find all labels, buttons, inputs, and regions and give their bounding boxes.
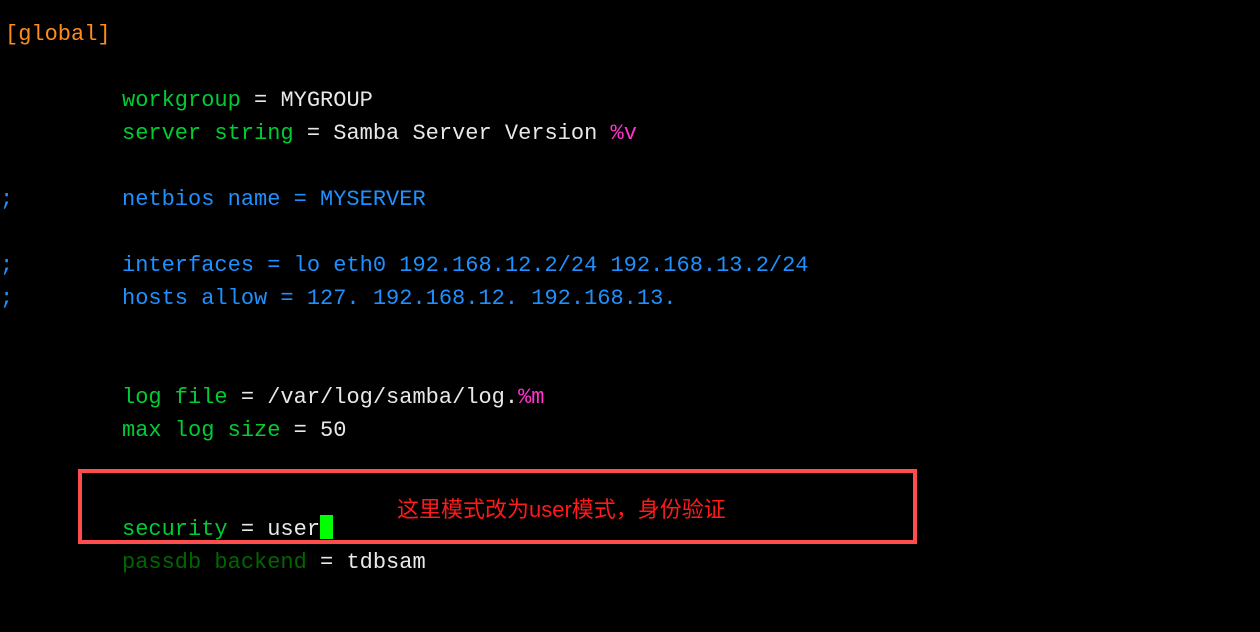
blank-line (0, 51, 1260, 84)
config-line-hosts-allow: hosts allow = 127. 192.168.12. 192.168.1… (0, 282, 1260, 315)
config-line-max-log-size: max log size = 50 (0, 414, 1260, 447)
config-section-header: [global] (0, 18, 1260, 51)
blank-line (0, 150, 1260, 183)
config-line-workgroup: workgroup = MYGROUP (0, 84, 1260, 117)
text-cursor (320, 515, 333, 539)
blank-line (0, 348, 1260, 381)
blank-line (0, 447, 1260, 480)
config-line-netbios: netbios name = MYSERVER (0, 183, 1260, 216)
blank-line (0, 315, 1260, 348)
config-line-server-string: server string = Samba Server Version %v (0, 117, 1260, 150)
config-line-interfaces: interfaces = lo eth0 192.168.12.2/24 192… (0, 249, 1260, 282)
blank-line (0, 216, 1260, 249)
annotation-label: 这里模式改为user模式，身份验证 (397, 493, 726, 526)
config-line-log-file: log file = /var/log/samba/log.%m (0, 381, 1260, 414)
config-line-passdb: passdb backend = tdbsam (0, 546, 1260, 579)
